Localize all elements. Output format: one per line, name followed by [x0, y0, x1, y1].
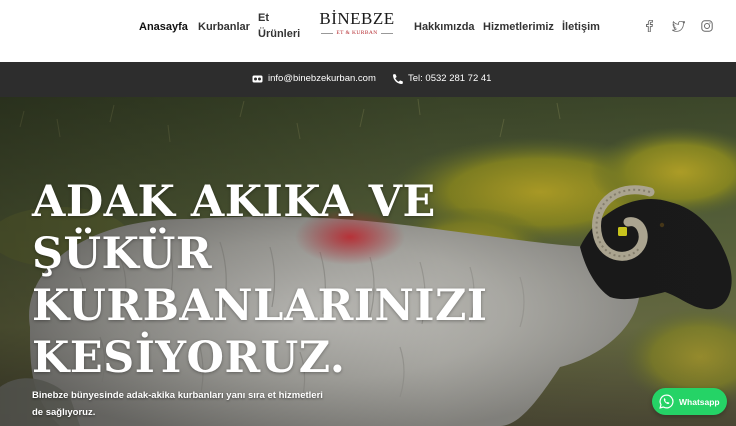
hero-section: ADAK AKIKA VE ŞÜKÜR KURBANLARINIZI KESİY… — [0, 97, 736, 426]
nav-item-iletisim[interactable]: İletişim — [562, 21, 600, 33]
phone-icon — [393, 73, 403, 84]
envelope-icon — [252, 75, 263, 82]
logo-subline: ET & KURBAN — [318, 30, 396, 36]
nav-item-hakkimizda[interactable]: Hakkımızda — [414, 21, 475, 33]
hero-description: Binebze bünyesinde adak-akika kurbanları… — [32, 390, 323, 418]
nav-item-et-urunleri[interactable]: Et Ürünleri — [258, 10, 300, 42]
nav-item-anasayfa[interactable]: Anasayfa — [139, 21, 188, 33]
whatsapp-button[interactable]: Whatsapp — [652, 388, 727, 415]
whatsapp-label: Whatsapp — [679, 396, 720, 407]
site-logo[interactable]: BİNEBZE ET & KURBAN — [318, 10, 396, 42]
hero-title-line-4: KESİYORUZ. — [32, 333, 346, 383]
hero-title-line-1: ADAK AKIKA VE — [32, 177, 436, 227]
contact-email[interactable]: info@binebzekurban.com — [252, 73, 376, 84]
contact-bar: info@binebzekurban.com Tel: 0532 281 72 … — [0, 62, 736, 97]
twitter-icon[interactable] — [671, 19, 685, 33]
facebook-icon[interactable] — [642, 19, 656, 33]
whatsapp-icon — [659, 394, 674, 409]
site-header: Anasayfa Kurbanlar Et Ürünleri BİNEBZE E… — [0, 0, 736, 62]
logo-divider-right — [380, 32, 393, 34]
logo-divider-left — [321, 32, 334, 34]
hero-title-line-2: ŞÜKÜR — [32, 229, 213, 279]
contact-phone[interactable]: Tel: 0532 281 72 41 — [393, 73, 491, 84]
logo-wordmark: BİNEBZE — [319, 9, 395, 28]
contact-phone-text: Tel: 0532 281 72 41 — [408, 73, 492, 84]
instagram-icon[interactable] — [700, 19, 714, 33]
nav-item-hizmetlerimiz[interactable]: Hizmetlerimiz — [483, 21, 554, 33]
hero-title-line-3: KURBANLARINIZI — [32, 281, 488, 331]
nav-item-kurbanlar[interactable]: Kurbanlar — [198, 21, 250, 33]
hero-title: ADAK AKIKA VE ŞÜKÜR KURBANLARINIZI KESİY… — [32, 176, 488, 384]
logo-tagline: ET & KURBAN — [336, 30, 378, 36]
contact-email-text: info@binebzekurban.com — [268, 73, 376, 84]
